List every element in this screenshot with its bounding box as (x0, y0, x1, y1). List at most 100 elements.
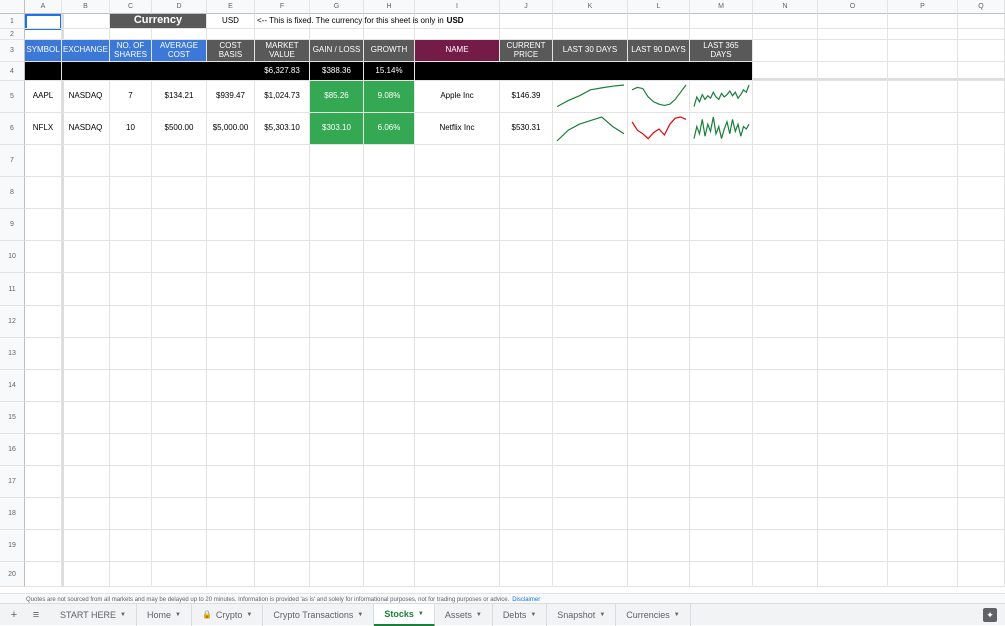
grid-cell[interactable] (415, 338, 500, 370)
grid-cell[interactable] (255, 402, 310, 434)
grid-cell[interactable] (207, 498, 255, 530)
grid-cell[interactable] (62, 498, 110, 530)
grid-cell[interactable] (415, 466, 500, 498)
explore-icon[interactable]: ✦ (983, 608, 997, 622)
grid-cell[interactable] (25, 466, 62, 498)
grid-cell[interactable] (500, 273, 553, 306)
grid-cell[interactable] (888, 62, 958, 81)
grid-cell[interactable] (110, 498, 152, 530)
grid-cell[interactable] (25, 177, 62, 209)
grid-cell[interactable] (818, 241, 888, 273)
grid-cell[interactable] (207, 530, 255, 562)
grid-cell[interactable] (553, 530, 628, 562)
grid-cell[interactable] (753, 62, 818, 81)
grid-cell[interactable] (753, 562, 818, 587)
grid-cell[interactable] (553, 145, 628, 177)
grid-cell[interactable] (690, 273, 753, 306)
cost-basis-cell[interactable]: $5,000.00 (207, 113, 255, 145)
column-header-b[interactable]: B (62, 0, 110, 14)
totals-symbol-cell[interactable] (25, 62, 62, 81)
grid-cell[interactable] (110, 562, 152, 587)
gain-loss-cell[interactable]: $303.10 (310, 113, 364, 145)
grid-cell[interactable] (110, 530, 152, 562)
grid-cell[interactable] (207, 434, 255, 466)
grid-cell[interactable] (310, 177, 364, 209)
grid-cell[interactable] (110, 29, 152, 40)
currency-label-cell[interactable]: Currency (110, 14, 207, 29)
grid-cell[interactable] (152, 273, 207, 306)
market-value-cell[interactable]: $1,024.73 (255, 81, 310, 113)
column-header-c[interactable]: C (110, 0, 152, 14)
total-market-value[interactable]: $6,327.83 (255, 62, 310, 81)
grid-cell[interactable] (888, 370, 958, 402)
grid-cell[interactable] (958, 62, 1005, 81)
sparkline-30-cell[interactable] (553, 113, 628, 145)
grid-cell[interactable] (62, 14, 110, 29)
grid-cell[interactable] (958, 241, 1005, 273)
grid-cell[interactable] (207, 402, 255, 434)
grid-cell[interactable] (152, 530, 207, 562)
grid-cell[interactable] (690, 402, 753, 434)
grid-cell[interactable] (958, 273, 1005, 306)
grid-cell[interactable] (25, 402, 62, 434)
row-header-3[interactable]: 3 (0, 40, 25, 62)
grid-cell[interactable] (628, 177, 690, 209)
grid-cell[interactable] (62, 209, 110, 241)
gain-loss-cell[interactable]: $85.26 (310, 81, 364, 113)
grid-cell[interactable] (628, 306, 690, 338)
grid-cell[interactable] (310, 241, 364, 273)
header-current-price[interactable]: CURRENT PRICE (500, 40, 553, 62)
exchange-cell[interactable]: NASDAQ (62, 113, 110, 145)
grid-cell[interactable] (62, 145, 110, 177)
grid-cell[interactable] (818, 81, 888, 113)
grid-cell[interactable] (958, 370, 1005, 402)
grid-cell[interactable] (818, 370, 888, 402)
grid-cell[interactable] (553, 14, 628, 29)
grid-cell[interactable] (25, 241, 62, 273)
grid-cell[interactable] (690, 14, 753, 29)
grid-cell[interactable] (753, 338, 818, 370)
grid-cell[interactable] (958, 145, 1005, 177)
grid-cell[interactable] (207, 370, 255, 402)
grid-cell[interactable] (310, 29, 364, 40)
grid-cell[interactable] (753, 81, 818, 113)
grid-cell[interactable] (415, 241, 500, 273)
grid-cell[interactable] (310, 338, 364, 370)
header-shares[interactable]: NO. OF SHARES (110, 40, 152, 62)
row-header-11[interactable]: 11 (0, 273, 25, 306)
grid-cell[interactable] (690, 338, 753, 370)
grid-cell[interactable] (255, 562, 310, 587)
chevron-down-icon[interactable]: ▼ (120, 612, 126, 618)
grid-cell[interactable] (62, 177, 110, 209)
grid-cell[interactable] (110, 273, 152, 306)
grid-cell[interactable] (500, 209, 553, 241)
grid-cell[interactable] (110, 466, 152, 498)
grid-cell[interactable] (628, 145, 690, 177)
growth-cell[interactable]: 6.06% (364, 113, 415, 145)
grid-cell[interactable] (628, 338, 690, 370)
sheet-tab-home[interactable]: Home ▼ (137, 603, 192, 626)
grid-cell[interactable] (753, 177, 818, 209)
grid-cell[interactable] (207, 177, 255, 209)
grid-cell[interactable] (958, 113, 1005, 145)
grid-cell[interactable] (500, 145, 553, 177)
grid-cell[interactable] (690, 562, 753, 587)
grid-cell[interactable] (25, 562, 62, 587)
row-header-8[interactable]: 8 (0, 177, 25, 209)
grid-cell[interactable] (310, 145, 364, 177)
grid-cell[interactable] (364, 306, 415, 338)
avg-cost-cell[interactable]: $500.00 (152, 113, 207, 145)
grid-cell[interactable] (364, 177, 415, 209)
row-header-7[interactable]: 7 (0, 145, 25, 177)
grid-cell[interactable] (62, 370, 110, 402)
grid-cell[interactable] (207, 241, 255, 273)
chevron-down-icon[interactable]: ▼ (599, 612, 605, 618)
grid-cell[interactable] (255, 466, 310, 498)
column-header-d[interactable]: D (152, 0, 207, 14)
spreadsheet-grid[interactable]: A B C D E F G H I J K L M N O P Q 1 2 3 4 5 6 7 8 9 10 11 12 13 14 15 16… (0, 0, 1005, 587)
grid-cell[interactable] (25, 29, 62, 40)
sheet-tab-stocks[interactable]: Stocks ▼ (374, 603, 435, 626)
column-header-l[interactable]: L (628, 0, 690, 14)
row-header-19[interactable]: 19 (0, 530, 25, 562)
grid-cell[interactable] (25, 530, 62, 562)
